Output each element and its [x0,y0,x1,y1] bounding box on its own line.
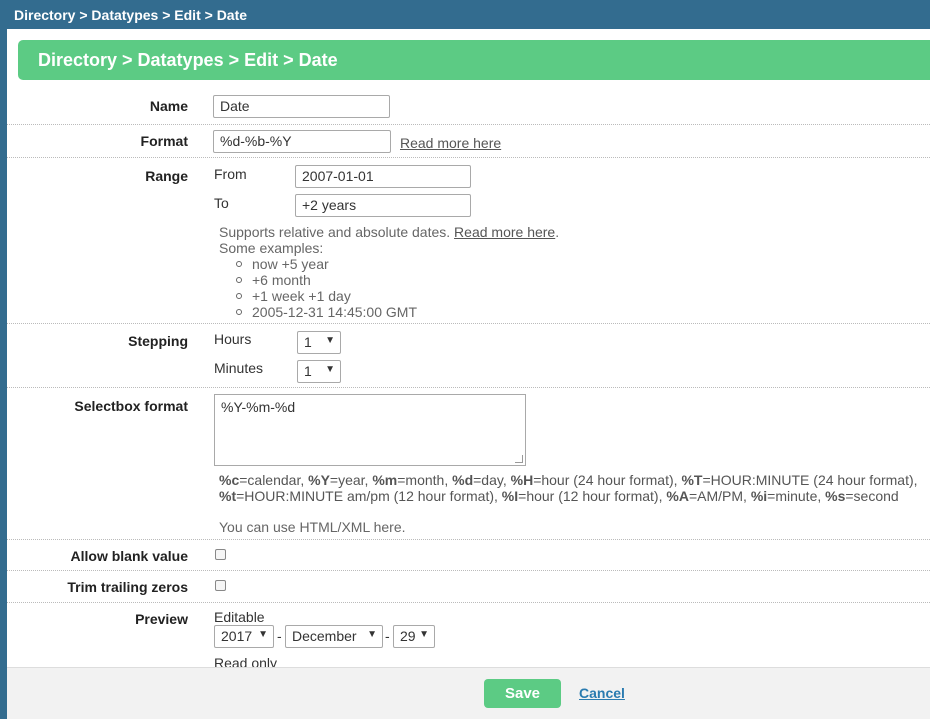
range-help: Supports relative and absolute dates. Re… [219,224,559,240]
format-code: %T [681,472,703,488]
footer-bar: Save Cancel [7,667,930,719]
stepping-hours-value: 1 [304,334,312,350]
format-code-description: =HOUR:MINUTE (24 hour format), [702,472,918,488]
stepping-hours-label: Hours [214,331,252,347]
edit-panel: Directory > Datatypes > Edit > Date Name… [7,29,930,719]
preview-row: Preview Editable 2017 ▼ - December ▼ - 29 ▼… [7,603,930,671]
range-from-input[interactable]: 2007-01-01 [295,165,471,188]
preview-month-value: December [292,628,357,644]
format-code: %i [750,488,768,504]
format-code-description: =second [845,488,899,504]
stepping-minutes-label: Minutes [214,360,264,376]
save-button[interactable]: Save [484,679,561,708]
chevron-down-icon: ▼ [325,335,335,346]
stepping-row: Stepping Hours 1 ▼ Minutes 1 ▼ [7,324,930,388]
format-code-description: =month, [397,472,453,488]
stepping-label: Stepping [128,333,188,349]
format-code-description: =hour (12 hour format), [518,488,667,504]
selectbox-format-help-line2: %t=HOUR:MINUTE am/pm (12 hour format), %… [219,488,899,504]
range-label: Range [145,168,188,184]
selectbox-format-row: Selectbox format %Y-%m-%d %c=calendar, %… [7,388,930,540]
chevron-down-icon: ▼ [419,629,429,640]
name-label: Name [149,98,188,114]
format-row: Format %d-%b-%Y Read more here [7,125,930,158]
format-code: %m [372,472,398,488]
resize-grip-icon[interactable] [515,455,523,463]
selectbox-format-label: Selectbox format [74,398,188,414]
range-help-suffix: . [555,224,560,240]
list-item: +6 month [236,272,417,288]
chevron-down-icon: ▼ [325,364,335,375]
preview-label: Preview [135,611,188,627]
cancel-link[interactable]: Cancel [579,685,625,701]
preview-day-select[interactable]: 29 ▼ [393,625,435,648]
chevron-down-icon: ▼ [258,629,268,640]
name-row: Name Date [7,92,930,125]
format-code: %A [666,488,689,504]
format-code-description: =day, [473,472,511,488]
selectbox-format-textarea[interactable]: %Y-%m-%d [214,394,526,466]
window-frame: Directory > Datatypes > Edit > Date Name… [0,29,930,719]
selectbox-format-html-note: You can use HTML/XML here. [219,519,406,535]
preview-separator: - [277,628,282,644]
format-code: %d [452,472,474,488]
range-row: Range From 2007-01-01 To +2 years Suppor… [7,158,930,324]
trim-zeros-checkbox[interactable] [215,580,226,591]
format-code: %I [501,488,519,504]
format-code: %c [219,472,240,488]
trim-zeros-label: Trim trailing zeros [67,579,188,595]
format-code: %t [219,488,237,504]
list-item: 2005-12-31 14:45:00 GMT [236,304,417,320]
range-to-label: To [214,195,229,211]
selectbox-format-value: %Y-%m-%d [221,399,296,415]
chevron-down-icon: ▼ [367,629,377,640]
preview-editable-label: Editable [214,609,265,625]
preview-day-value: 29 [400,628,416,644]
format-code: %s [825,488,846,504]
format-code-description: =AM/PM, [688,488,751,504]
format-code-description: =hour (24 hour format), [533,472,682,488]
range-to-input[interactable]: +2 years [295,194,471,217]
allow-blank-row: Allow blank value [7,540,930,571]
format-read-more-link[interactable]: Read more here [400,135,501,151]
list-item: now +5 year [236,256,417,272]
allow-blank-label: Allow blank value [70,548,188,564]
format-input[interactable]: %d-%b-%Y [213,130,391,153]
preview-month-select[interactable]: December ▼ [285,625,383,648]
format-label: Format [140,133,188,149]
format-code-description: =HOUR:MINUTE am/pm (12 hour format), [236,488,502,504]
range-read-more-link[interactable]: Read more here [454,224,555,240]
selectbox-format-help-line1: %c=calendar, %Y=year, %m=month, %d=day, … [219,472,918,488]
range-help-text: Supports relative and absolute dates. [219,224,455,240]
panel-title: Directory > Datatypes > Edit > Date [18,40,930,80]
preview-year-value: 2017 [221,628,253,644]
range-examples-title: Some examples: [219,240,324,256]
allow-blank-checkbox[interactable] [215,549,226,560]
format-code: %Y [308,472,330,488]
format-code-description: =calendar, [239,472,309,488]
range-examples-list: now +5 year +6 month +1 week +1 day 2005… [236,256,417,320]
format-code: %H [510,472,534,488]
stepping-hours-select[interactable]: 1 ▼ [297,331,341,354]
preview-year-select[interactable]: 2017 ▼ [214,625,274,648]
name-input[interactable]: Date [213,95,390,118]
preview-separator: - [385,628,390,644]
list-item: +1 week +1 day [236,288,417,304]
format-code-description: =year, [329,472,373,488]
window-title: Directory > Datatypes > Edit > Date [0,0,930,29]
trim-zeros-row: Trim trailing zeros [7,571,930,603]
format-code-description: =minute, [767,488,826,504]
range-from-label: From [214,166,247,182]
stepping-minutes-value: 1 [304,363,312,379]
stepping-minutes-select[interactable]: 1 ▼ [297,360,341,383]
